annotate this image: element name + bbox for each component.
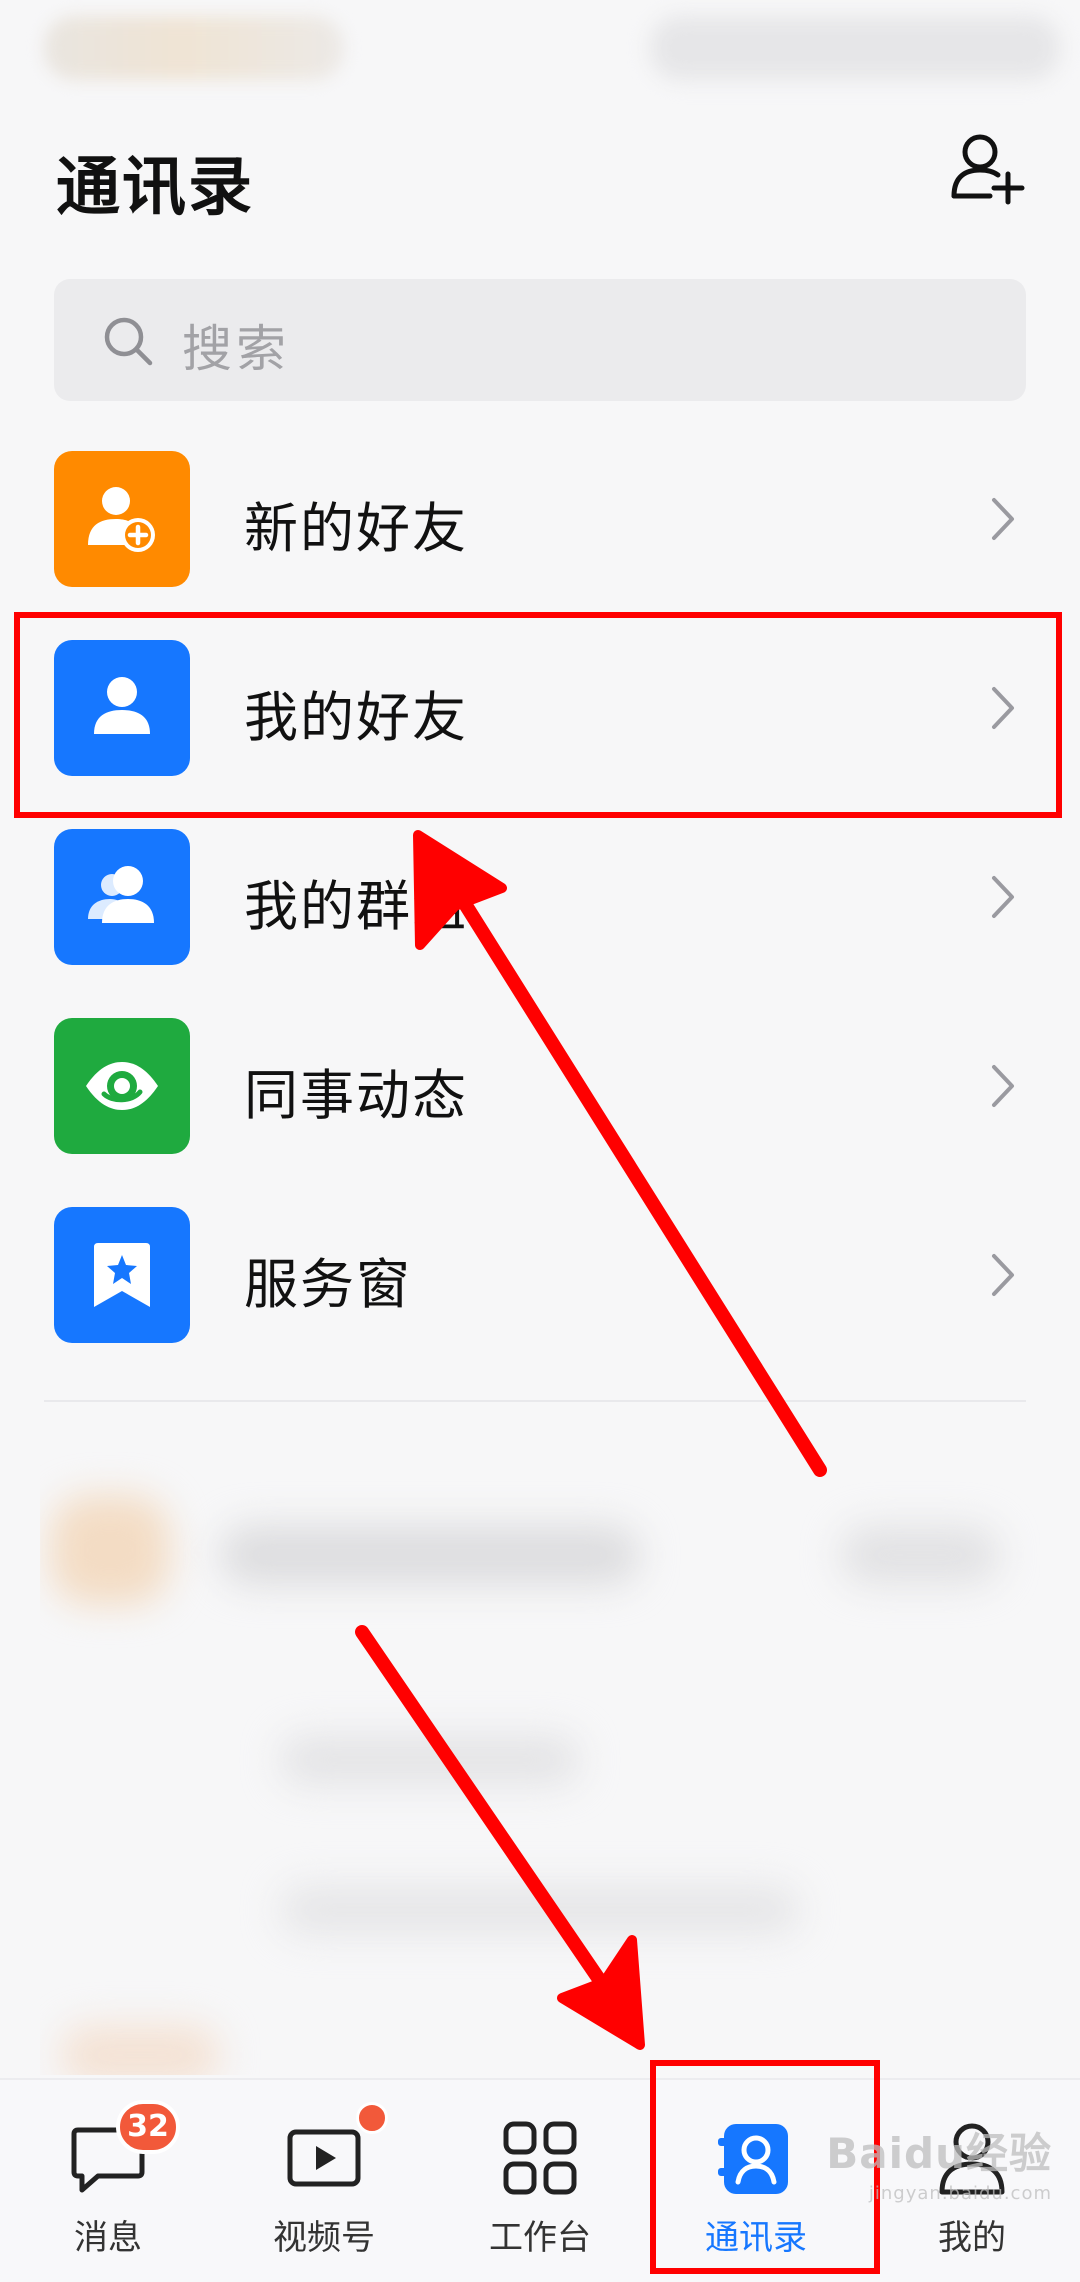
video-play-icon xyxy=(287,2129,361,2187)
tab-workbench[interactable]: 工作台 xyxy=(432,2080,648,2282)
watermark: Baidu经验 jingyan.baidu.com xyxy=(826,2120,1052,2204)
chevron-right-icon xyxy=(992,876,1014,918)
tab-label: 视频号 xyxy=(273,2218,375,2258)
status-bar xyxy=(0,8,1080,84)
blurred-text xyxy=(280,1885,800,1935)
menu-item-label: 我的好友 xyxy=(244,686,468,749)
menu-item-label: 新的好友 xyxy=(244,497,468,560)
unread-badge: 32 xyxy=(116,2100,180,2154)
chevron-right-icon xyxy=(992,687,1014,729)
blurred-text xyxy=(280,1735,580,1785)
add-friend-icon xyxy=(54,451,190,587)
watermark-text: Baidu经验 xyxy=(826,2129,1052,2178)
tab-messages[interactable]: 32 消息 xyxy=(0,2080,216,2282)
eye-icon xyxy=(54,1018,190,1154)
blurred-status-left xyxy=(44,16,344,80)
menu-item-label: 同事动态 xyxy=(244,1064,468,1127)
person-icon xyxy=(54,640,190,776)
menu-item-label: 服务窗 xyxy=(244,1253,412,1316)
tab-label: 我的 xyxy=(938,2218,1006,2258)
search-placeholder: 搜索 xyxy=(182,320,290,378)
contacts-book-icon xyxy=(718,2124,788,2194)
search-input[interactable]: 搜索 xyxy=(54,279,1026,401)
header: 通讯录 xyxy=(54,128,1026,225)
watermark-sub: jingyan.baidu.com xyxy=(868,2183,1052,2204)
blurred-avatar xyxy=(50,1495,170,1605)
blurred-avatar xyxy=(60,2025,220,2075)
blurred-status-right xyxy=(650,16,1060,80)
tab-video[interactable]: 视频号 xyxy=(216,2080,432,2282)
menu-item-colleague-updates[interactable]: 同事动态 xyxy=(0,1017,1080,1206)
notification-dot xyxy=(356,2102,388,2134)
chevron-right-icon xyxy=(992,498,1014,540)
contacts-screen: 通讯录 搜索 新的好友 我的好友 我的群组 同事动态 服务窗 32 消息 视频号… xyxy=(0,0,1080,2282)
blurred-contact-list xyxy=(40,1405,1040,2075)
add-contact-icon[interactable] xyxy=(950,130,1026,206)
chevron-right-icon xyxy=(992,1065,1014,1107)
tab-label: 工作台 xyxy=(489,2218,591,2258)
menu-item-label: 我的群组 xyxy=(244,875,468,938)
tab-label: 消息 xyxy=(74,2218,142,2258)
tab-label: 通讯录 xyxy=(705,2218,807,2258)
grid-apps-icon xyxy=(503,2121,577,2195)
search-icon xyxy=(104,317,153,366)
menu-item-service-window[interactable]: 服务窗 xyxy=(0,1206,1080,1395)
group-icon xyxy=(54,829,190,965)
menu-item-my-groups[interactable]: 我的群组 xyxy=(0,828,1080,1017)
chevron-right-icon xyxy=(992,1254,1014,1296)
page-title: 通讯录 xyxy=(56,151,254,225)
section-divider xyxy=(44,1400,1026,1402)
bookmark-star-icon xyxy=(54,1207,190,1343)
blurred-text xyxy=(220,1525,640,1585)
blurred-text xyxy=(840,1525,1000,1585)
menu-item-my-friends[interactable]: 我的好友 xyxy=(0,639,1080,828)
menu-item-new-friends[interactable]: 新的好友 xyxy=(0,450,1080,639)
